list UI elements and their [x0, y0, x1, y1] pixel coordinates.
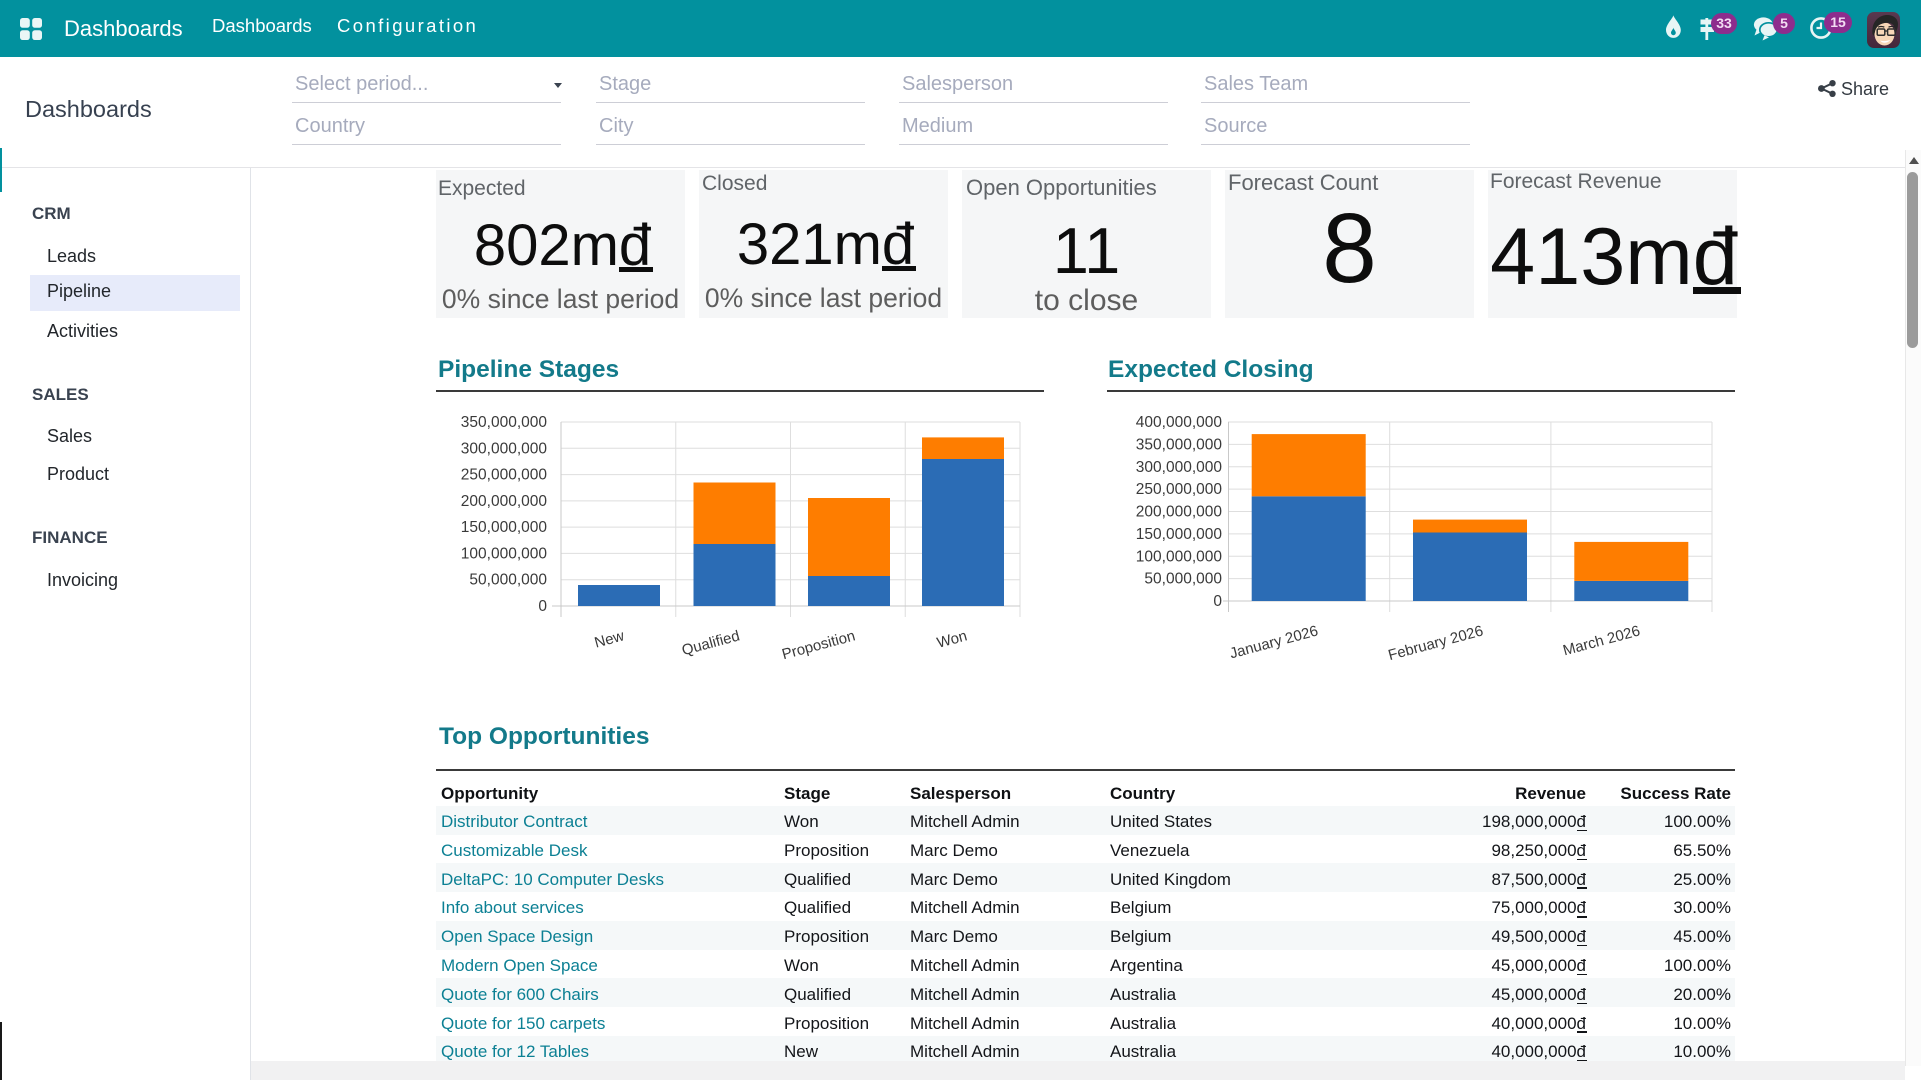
svg-text:400,000,000: 400,000,000 — [1136, 414, 1223, 431]
svg-text:50,000,000: 50,000,000 — [1144, 571, 1222, 588]
svg-text:150,000,000: 150,000,000 — [1136, 526, 1223, 543]
svg-text:350,000,000: 350,000,000 — [1136, 436, 1223, 453]
svg-text:200,000,000: 200,000,000 — [1136, 504, 1223, 521]
svg-text:300,000,000: 300,000,000 — [461, 440, 548, 457]
svg-text:February 2026: February 2026 — [1386, 622, 1485, 664]
svg-text:0: 0 — [1213, 593, 1222, 610]
svg-text:January 2026: January 2026 — [1228, 622, 1320, 662]
svg-text:250,000,000: 250,000,000 — [1136, 481, 1223, 498]
svg-text:350,000,000: 350,000,000 — [461, 414, 548, 431]
svg-text:250,000,000: 250,000,000 — [461, 467, 548, 484]
svg-text:March 2026: March 2026 — [1561, 622, 1642, 659]
svg-text:Qualified: Qualified — [680, 627, 742, 659]
svg-text:100,000,000: 100,000,000 — [1136, 548, 1223, 565]
svg-text:Won: Won — [935, 627, 969, 651]
svg-text:Proposition: Proposition — [780, 627, 857, 663]
svg-text:50,000,000: 50,000,000 — [469, 572, 547, 589]
svg-text:New: New — [593, 627, 627, 651]
svg-text:150,000,000: 150,000,000 — [461, 519, 548, 536]
svg-text:0: 0 — [538, 598, 547, 615]
svg-text:100,000,000: 100,000,000 — [461, 545, 548, 562]
svg-text:200,000,000: 200,000,000 — [461, 493, 548, 510]
svg-text:300,000,000: 300,000,000 — [1136, 459, 1223, 476]
